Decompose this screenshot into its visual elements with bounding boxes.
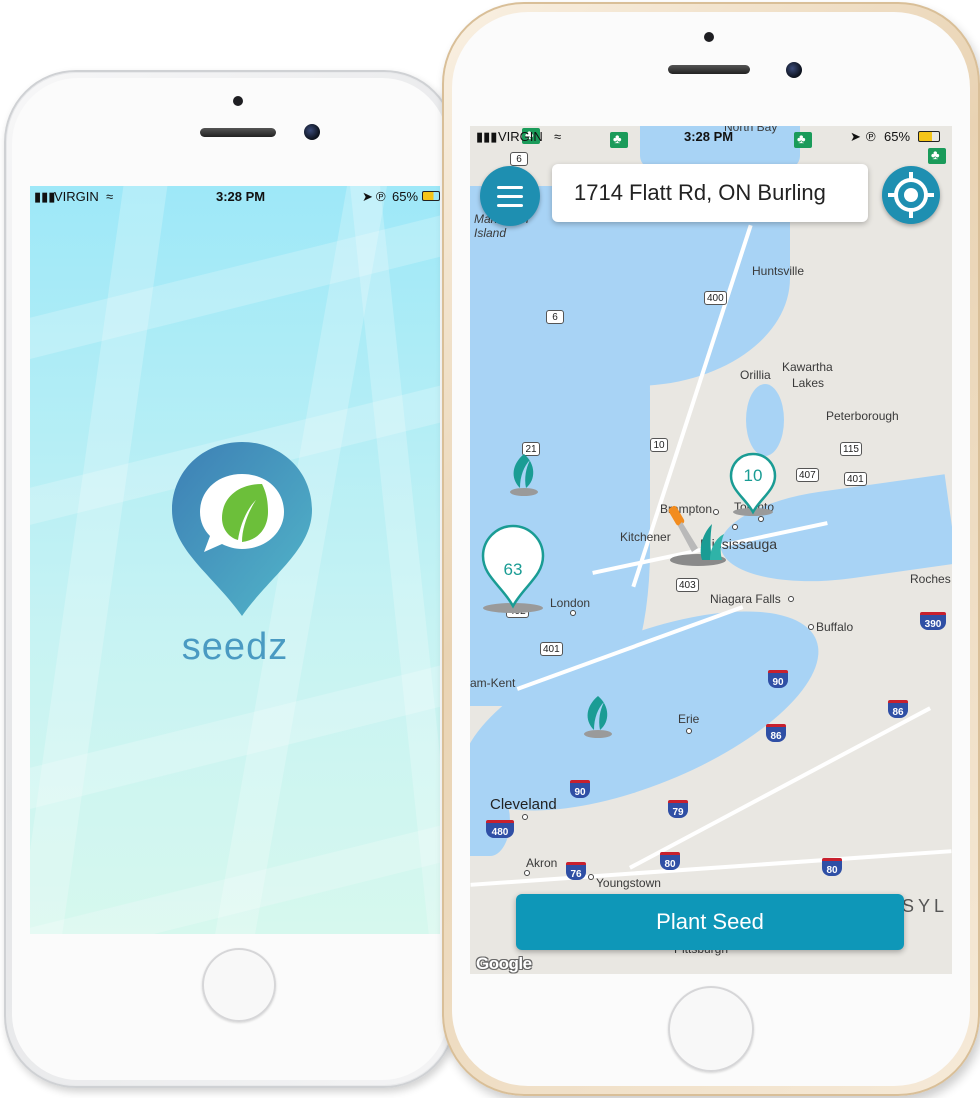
city-dot (808, 624, 814, 630)
cluster-count: 10 (743, 466, 763, 485)
place-label: Niagara Falls (710, 592, 781, 606)
status-bar: ▮▮▮ VIRGIN ≈ 3:28 PM ➤ ℗ 65% (30, 186, 440, 206)
left-phone-sensor (233, 96, 243, 106)
wifi-icon: ≈ (106, 189, 114, 204)
right-home-button[interactable] (668, 986, 754, 1072)
interstate-shield: 86 (766, 724, 786, 742)
highway-shield: 403 (676, 578, 699, 592)
trowel-seed-icon[interactable] (668, 502, 732, 568)
place-label: Island (474, 226, 507, 240)
battery-percent: 65% (392, 189, 419, 204)
place-label: Lakes (792, 376, 825, 390)
place-label: Orillia (740, 368, 771, 382)
city-dot (522, 814, 528, 820)
interstate-shield: 79 (668, 800, 688, 818)
highway-shield: 400 (704, 291, 727, 305)
place-label: Huntsville (752, 264, 805, 278)
wifi-icon: ≈ (554, 129, 562, 144)
signal-icon: ▮▮▮ (476, 129, 498, 144)
city-dot (588, 874, 594, 880)
cluster-count: 63 (503, 560, 523, 579)
carrier-label: VIRGIN (498, 129, 543, 144)
interstate-shield: 90 (768, 670, 788, 688)
hamburger-icon (497, 195, 523, 198)
highway-shield: 401 (540, 642, 563, 656)
park-icon (928, 147, 946, 164)
seed-leaf-icon[interactable] (506, 452, 542, 498)
interstate-shield: 86 (888, 700, 908, 718)
location-arrow-icon: ➤ (362, 189, 373, 204)
plant-seed-button[interactable]: Plant Seed (516, 894, 904, 950)
carrier-label: VIRGIN (54, 189, 99, 204)
georgian-bay (530, 206, 790, 386)
address-search-input[interactable]: 1714 Flatt Rd, ON Burling (552, 164, 868, 222)
status-bar: ▮▮▮ VIRGIN ≈ 3:28 PM ➤ ℗ 65% (470, 126, 952, 146)
place-label: Roches (910, 572, 951, 586)
highway-shield: 10 (650, 438, 668, 452)
location-arrow-icon: ➤ (850, 129, 861, 144)
city-dot (758, 516, 764, 522)
right-phone-sensor (704, 32, 714, 42)
clock: 3:28 PM (684, 129, 734, 144)
hamburger-icon (497, 204, 523, 207)
highway-shield: 6 (510, 152, 528, 166)
splash-street (350, 186, 440, 934)
place-label: Peterborough (826, 409, 899, 423)
place-label: London (550, 596, 591, 610)
place-label: Buffalo (816, 620, 854, 634)
interstate-shield: 76 (566, 862, 586, 880)
city-dot (732, 524, 738, 530)
place-label: am-Kent (470, 676, 516, 690)
left-home-button[interactable] (202, 948, 276, 1022)
city-dot (788, 596, 794, 602)
city-dot (524, 870, 530, 876)
place-label: Akron (526, 856, 558, 870)
right-phone-speaker (668, 65, 750, 74)
place-label: Kitchener (620, 530, 671, 544)
place-label: Erie (678, 712, 700, 726)
splash-screen: ▮▮▮ VIRGIN ≈ 3:28 PM ➤ ℗ 65% seedz (30, 186, 440, 934)
battery-icon (918, 131, 940, 142)
seedz-logo (168, 438, 316, 618)
city-dot (570, 610, 576, 616)
map-screen: North Bay Manitoulin Island Huntsville O… (470, 126, 952, 974)
seed-cluster-pin[interactable]: 10 (728, 452, 778, 516)
clock: 3:28 PM (216, 189, 266, 204)
battery-percent: 65% (884, 129, 911, 144)
seed-cluster-pin[interactable]: 63 (480, 524, 546, 614)
interstate-shield: 480 (486, 820, 514, 838)
interstate-shield: 80 (660, 852, 680, 870)
bluetooth-icon: ℗ (866, 129, 876, 144)
interstate-shield: 80 (822, 858, 842, 876)
menu-button[interactable] (480, 166, 540, 226)
place-label: Cleveland (490, 796, 557, 813)
highway-shield: 6 (546, 310, 564, 324)
crosshair-icon (888, 172, 934, 218)
place-label: Kawartha (782, 360, 833, 374)
bluetooth-icon: ℗ (376, 189, 386, 204)
lake-simcoe (746, 384, 784, 456)
google-attribution: Google (476, 954, 532, 973)
left-phone-camera (304, 124, 320, 140)
battery-icon (422, 191, 440, 201)
left-phone-speaker (200, 128, 276, 137)
highway-shield: 401 (844, 472, 867, 486)
locate-me-button[interactable] (882, 166, 940, 224)
place-label: SYL (902, 896, 949, 916)
highway-shield: 115 (840, 442, 862, 456)
seed-leaf-icon[interactable] (580, 694, 616, 740)
hamburger-icon (497, 186, 523, 189)
signal-icon: ▮▮▮ (34, 189, 56, 204)
city-dot (686, 728, 692, 734)
interstate-shield: 90 (570, 780, 590, 798)
place-label: Youngstown (596, 876, 661, 890)
interstate-shield: 390 (920, 612, 946, 630)
highway-shield: 407 (796, 468, 819, 482)
brand-name: seedz (181, 626, 289, 668)
pin-leaf-icon (172, 442, 312, 616)
right-phone-camera (786, 62, 802, 78)
